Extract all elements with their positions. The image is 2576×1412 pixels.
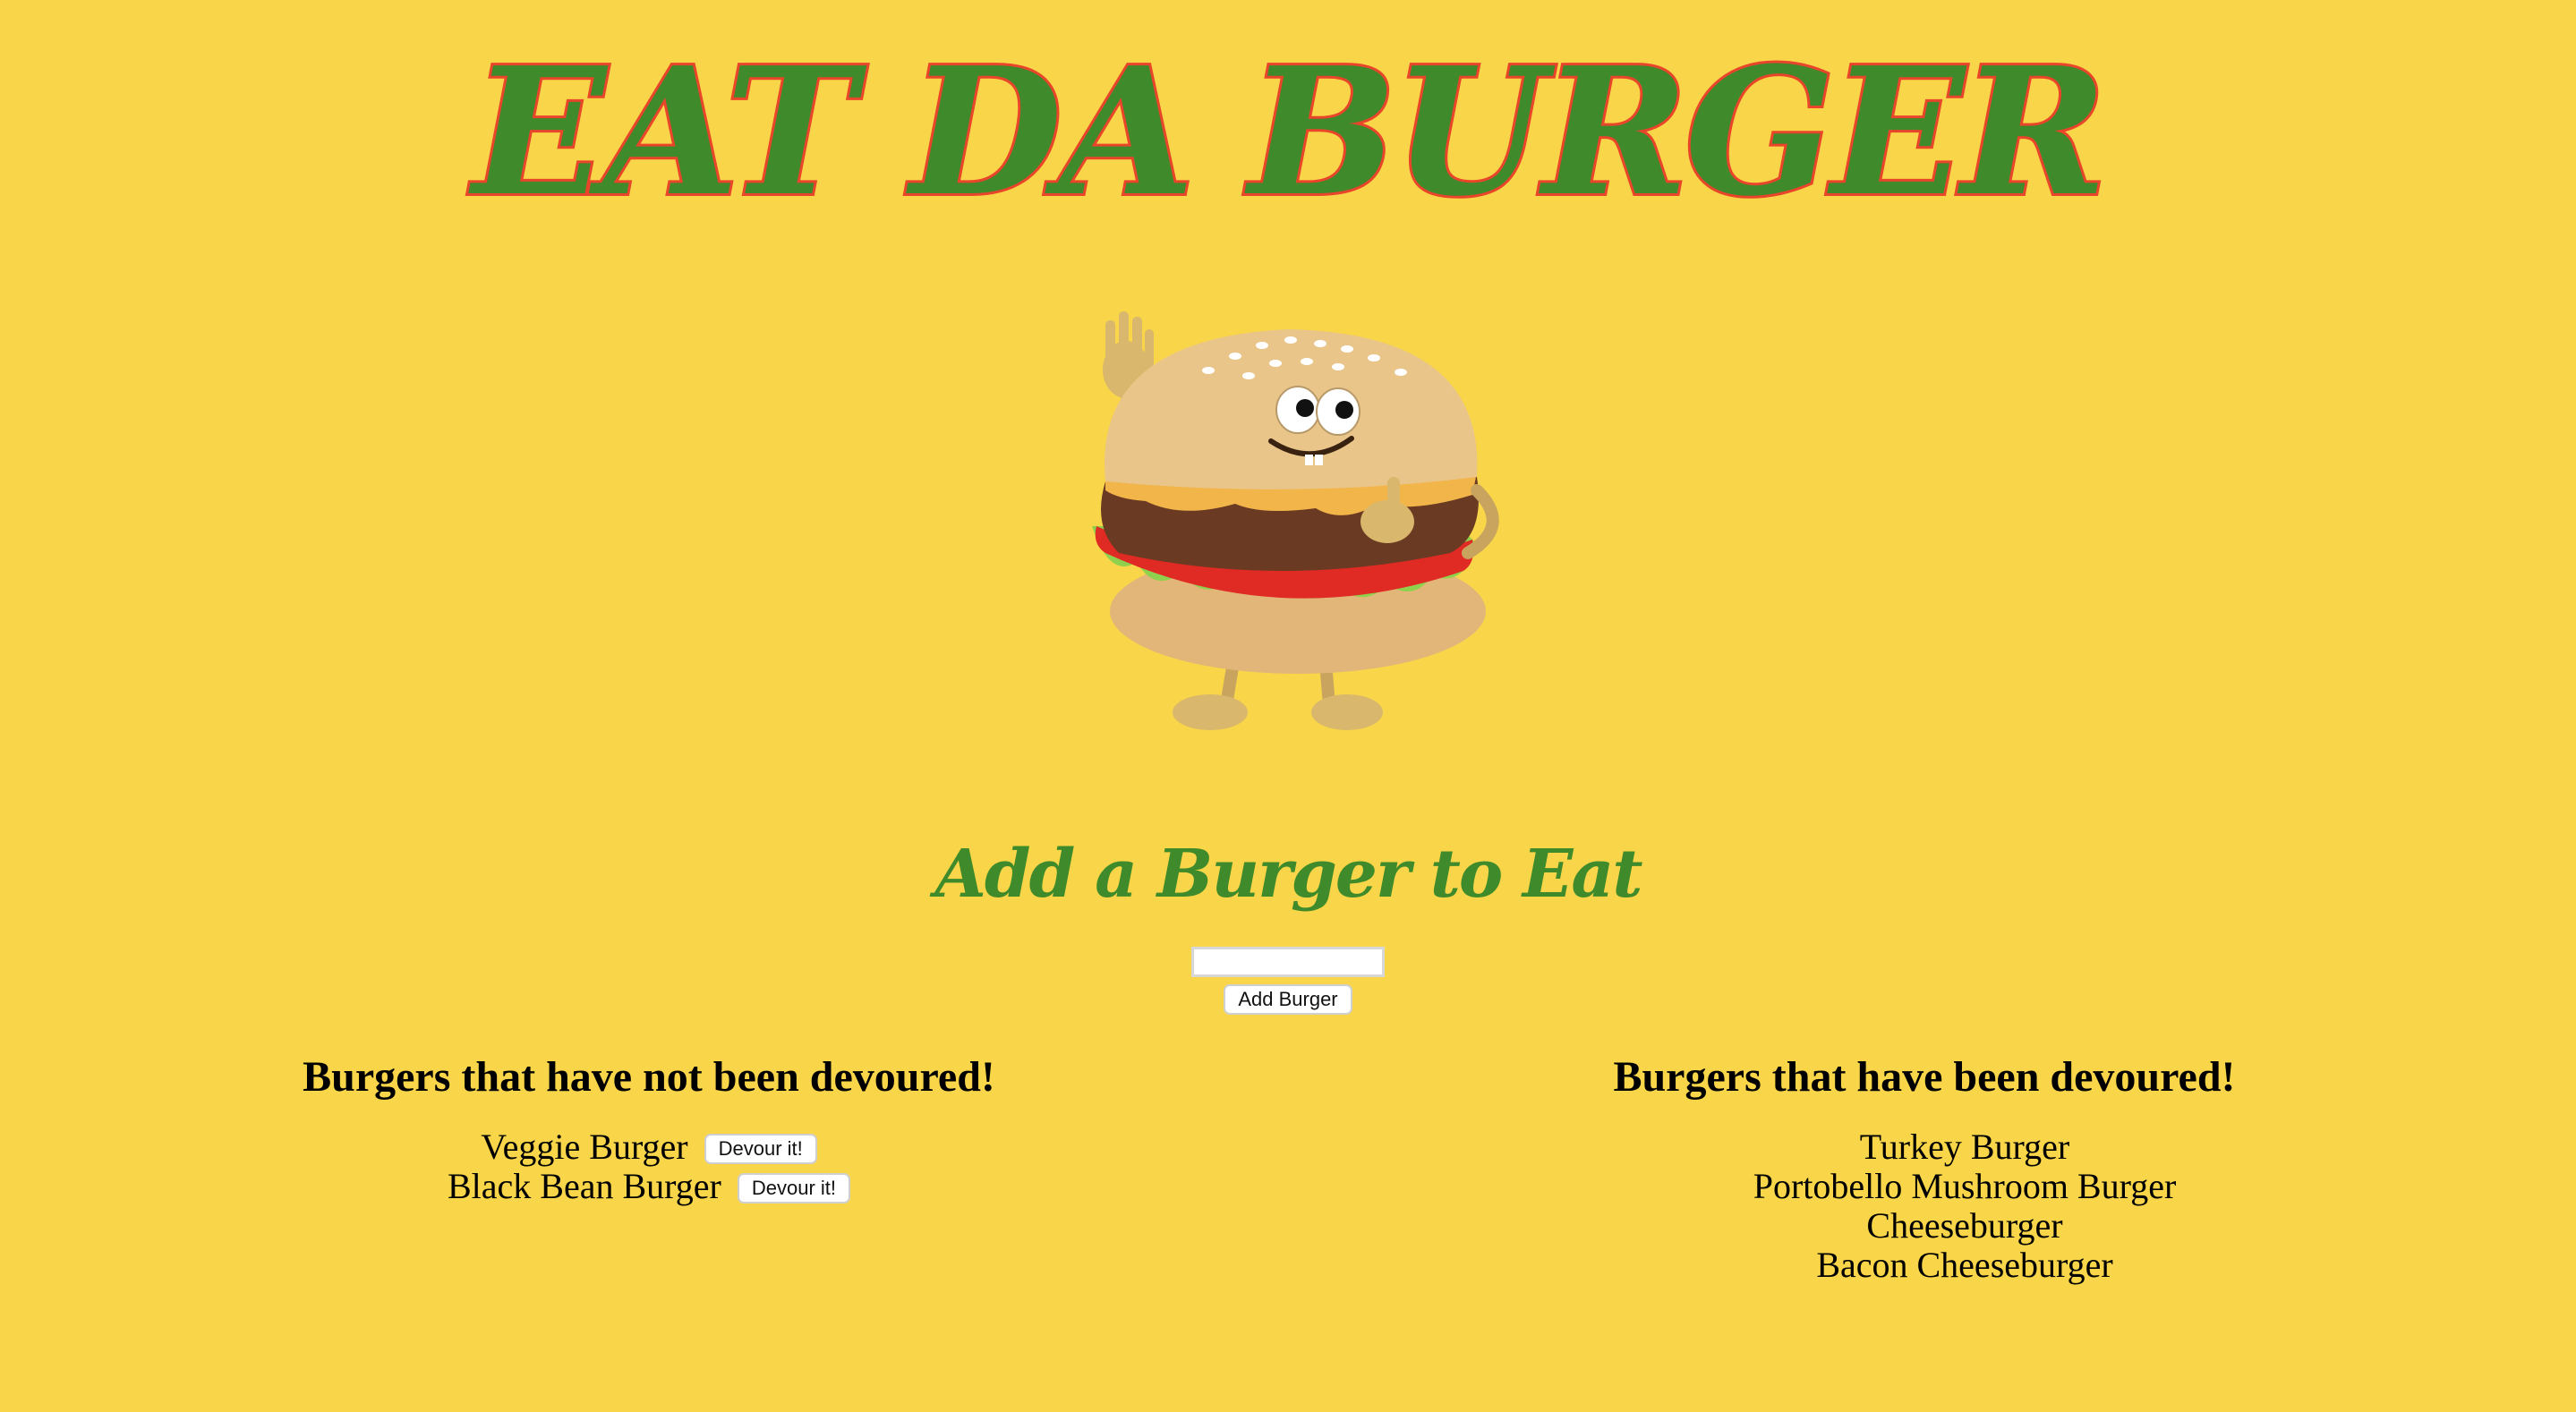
list-item: Bacon Cheeseburger (1816, 1245, 2113, 1285)
burger-name: Black Bean Burger (448, 1166, 721, 1206)
list-item: Black Bean Burger Devour it! (224, 1167, 1074, 1206)
not-devoured-heading: Burgers that have not been devoured! (303, 1053, 995, 1101)
list-item: Portobello Mushroom Burger (1753, 1166, 2177, 1206)
devour-button[interactable]: Devour it! (704, 1134, 817, 1164)
burger-mascot-icon (1092, 311, 1499, 730)
burger-name: Veggie Burger (481, 1127, 688, 1167)
not-devoured-section: Burgers that have not been devoured! Veg… (224, 1052, 1074, 1206)
not-devoured-list: Veggie Burger Devour it! Black Bean Burg… (224, 1127, 1074, 1206)
devoured-section: Burgers that have been devoured! Turkey … (1522, 1052, 2327, 1285)
list-item: Cheeseburger (1866, 1205, 2063, 1246)
page-title: EAT DA BURGER (470, 30, 2110, 235)
list-item: Turkey Burger (1859, 1127, 2070, 1167)
devour-button[interactable]: Devour it! (737, 1173, 850, 1204)
add-burger-form: Add Burger (0, 947, 2576, 1015)
list-item: Veggie Burger Devour it! (224, 1127, 1074, 1167)
add-burger-heading: Add a Burger to Eat (934, 836, 1642, 913)
devoured-heading: Burgers that have been devoured! (1613, 1053, 2236, 1101)
devoured-list: Turkey Burger Portobello Mushroom Burger… (1602, 1127, 2327, 1285)
burger-name-input[interactable] (1191, 947, 1385, 977)
add-burger-button[interactable]: Add Burger (1224, 984, 1352, 1015)
